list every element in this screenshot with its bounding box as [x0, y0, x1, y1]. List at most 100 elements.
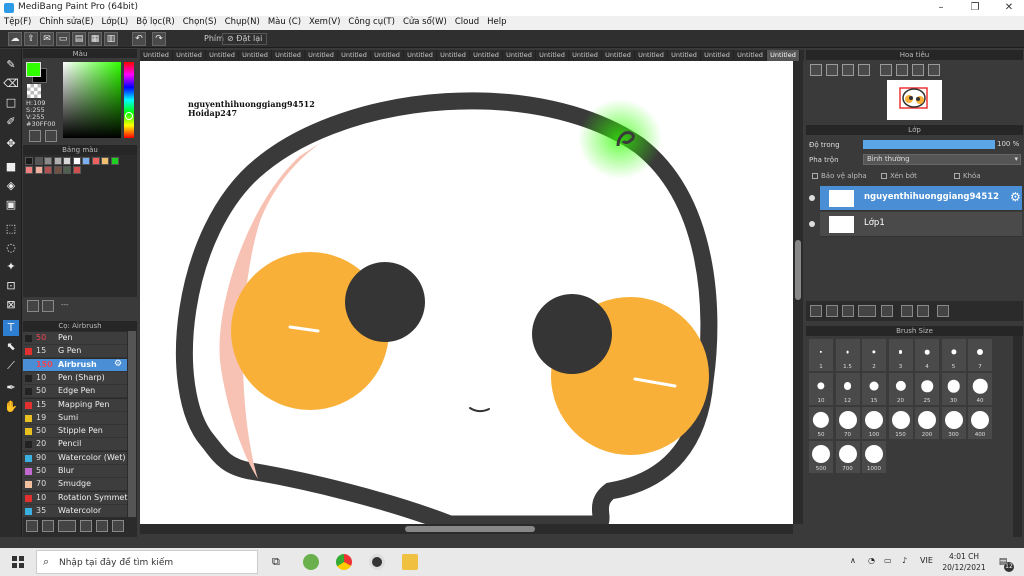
layer-settings-gear-icon[interactable]: ⚙: [1010, 190, 1021, 204]
layer-menu-icon[interactable]: [858, 305, 876, 317]
brush-size-cell[interactable]: 15: [862, 373, 886, 405]
flip-icon[interactable]: [896, 64, 908, 76]
brush-item[interactable]: 19 Sumi: [23, 411, 127, 425]
menu-item[interactable]: Bộ lọc(R): [132, 16, 179, 28]
menu-item[interactable]: Lớp(L): [98, 16, 133, 28]
palette-swatch[interactable]: [34, 166, 43, 174]
document-tab[interactable]: Untitled: [536, 50, 569, 61]
zoom-in-icon[interactable]: [810, 64, 822, 76]
brush-size-cell[interactable]: 100: [862, 407, 886, 439]
brush-item[interactable]: 15 Mapping Pen: [23, 398, 127, 412]
menu-item[interactable]: Cửa sổ(W): [399, 16, 451, 28]
brush-size-cell[interactable]: 25: [915, 373, 939, 405]
brush-size-cell[interactable]: 12: [835, 373, 860, 405]
menu-item[interactable]: Xem(V): [305, 16, 344, 28]
delete-palette-icon[interactable]: [42, 300, 54, 312]
brush-item[interactable]: 90 Watercolor (Wet): [23, 451, 127, 465]
move-tool-icon[interactable]: ✥: [3, 136, 19, 152]
brush-size-cell[interactable]: 50: [809, 407, 833, 439]
brush-size-scrollbar[interactable]: [1013, 336, 1022, 537]
gradient-tool-icon[interactable]: ▣: [3, 197, 19, 213]
brush-delete-icon[interactable]: [112, 520, 124, 532]
brush-item[interactable]: 50 Pen: [23, 332, 127, 345]
brush-item[interactable]: 50 Stipple Pen: [23, 425, 127, 439]
brush-copy-icon[interactable]: [80, 520, 92, 532]
fit-screen-icon[interactable]: [842, 64, 854, 76]
brush-folder-icon[interactable]: [96, 520, 108, 532]
brush-size-cell[interactable]: 1000: [862, 441, 886, 473]
close-button[interactable]: ✕: [994, 1, 1024, 15]
merge-layer-icon[interactable]: [917, 305, 929, 317]
hand-tool-icon[interactable]: ✋: [3, 399, 19, 415]
rotate-left-icon[interactable]: [880, 64, 892, 76]
navigator-thumbnail[interactable]: [887, 80, 942, 120]
lock-checkbox[interactable]: Khóa: [954, 172, 981, 180]
brush-size-cell[interactable]: 5: [941, 339, 966, 371]
brush-item[interactable]: 20 Pencil: [23, 438, 127, 452]
document-tab[interactable]: Untitled: [470, 50, 503, 61]
windows-start-icon[interactable]: [12, 556, 24, 568]
reset-rotation-icon[interactable]: [928, 64, 940, 76]
brush-item[interactable]: 10 Rotation Symmetry: [23, 491, 135, 505]
document-tab[interactable]: Untitled: [668, 50, 701, 61]
file-explorer-icon[interactable]: [402, 554, 418, 570]
palette-swatch[interactable]: [72, 157, 81, 165]
clipping-checkbox[interactable]: Xén bớt: [881, 172, 917, 180]
lasso-tool-icon[interactable]: ◌: [3, 240, 19, 256]
palette-swatch[interactable]: [91, 157, 100, 165]
reset-button[interactable]: ⊘ Đặt lại: [222, 33, 268, 45]
menu-item[interactable]: Chụp(N): [221, 16, 264, 28]
taskbar-clock[interactable]: 4:01 CH 20/12/2021: [942, 551, 986, 573]
hue-slider-knob[interactable]: [125, 112, 133, 120]
palette-swatch[interactable]: [44, 166, 52, 174]
add-brush-icon[interactable]: [26, 520, 38, 532]
brush-size-cell[interactable]: 4: [915, 339, 939, 371]
canvas-vertical-scroll-thumb[interactable]: [795, 240, 801, 300]
brush-settings-gear-icon[interactable]: ⚙: [114, 359, 122, 369]
brush-item[interactable]: 35 Watercolor: [23, 504, 127, 517]
color-swap-icon[interactable]: [45, 130, 57, 142]
redo-icon[interactable]: ↷: [152, 32, 166, 46]
eraser-tool-icon[interactable]: ⌫: [3, 76, 19, 92]
document-tab[interactable]: Untitled: [239, 50, 272, 61]
new-8bit-layer-icon[interactable]: [842, 305, 854, 317]
upload-icon[interactable]: ⇪: [24, 32, 38, 46]
taskbar-search-box[interactable]: ⌕ Nhập tại đây để tìm kiếm: [36, 550, 258, 574]
document-tab[interactable]: Untitled: [404, 50, 437, 61]
document-tab[interactable]: Untitled: [635, 50, 668, 61]
brush-item[interactable]: 10 Pen (Sharp): [23, 371, 127, 385]
battery-icon[interactable]: ▭: [884, 556, 892, 565]
magic-wand-tool-icon[interactable]: ✦: [3, 259, 19, 275]
menu-item[interactable]: Chỉnh sửa(E): [35, 16, 97, 28]
layer-row[interactable]: nguyenthihuonggiang94512 ⚙: [820, 186, 1022, 211]
document-tab[interactable]: Untitled: [437, 50, 470, 61]
brush-size-cell[interactable]: 70: [835, 407, 860, 439]
rectangle-tool-icon[interactable]: □: [3, 95, 19, 111]
network-icon[interactable]: ◔: [868, 556, 875, 565]
brush-item[interactable]: 70 Smudge: [23, 478, 127, 492]
language-indicator[interactable]: VIE: [920, 556, 933, 565]
brush-size-cell[interactable]: 150: [888, 407, 913, 439]
palette-swatch[interactable]: [53, 157, 62, 165]
delete-layer-icon[interactable]: [937, 305, 949, 317]
menu-item[interactable]: Tệp(F): [0, 16, 35, 28]
cloud-icon[interactable]: ☁: [8, 32, 22, 46]
brush-file-icon[interactable]: [42, 520, 54, 532]
document-tab[interactable]: Untitled: [173, 50, 206, 61]
text-tool-icon[interactable]: T: [3, 320, 19, 336]
document-tab[interactable]: Untitled: [272, 50, 305, 61]
undo-icon[interactable]: ↶: [132, 32, 146, 46]
layer-visibility-eye-icon[interactable]: [809, 221, 815, 227]
primary-color-swatch[interactable]: [26, 62, 41, 77]
document-tab[interactable]: Untitled: [371, 50, 404, 61]
new-palette-icon[interactable]: [27, 300, 39, 312]
document-tab[interactable]: Untitled: [602, 50, 635, 61]
opacity-slider[interactable]: [863, 140, 995, 149]
new-layer-icon[interactable]: [810, 305, 822, 317]
brush-size-cell[interactable]: 3: [888, 339, 913, 371]
color-mode-icon[interactable]: [29, 130, 41, 142]
brush-menu-icon[interactable]: [58, 520, 76, 532]
divide-tool-icon[interactable]: ⟋: [3, 358, 19, 374]
actual-size-icon[interactable]: [858, 64, 870, 76]
drawing-canvas[interactable]: nguyenthihuonggiang94512 Hoidap247: [140, 61, 793, 524]
